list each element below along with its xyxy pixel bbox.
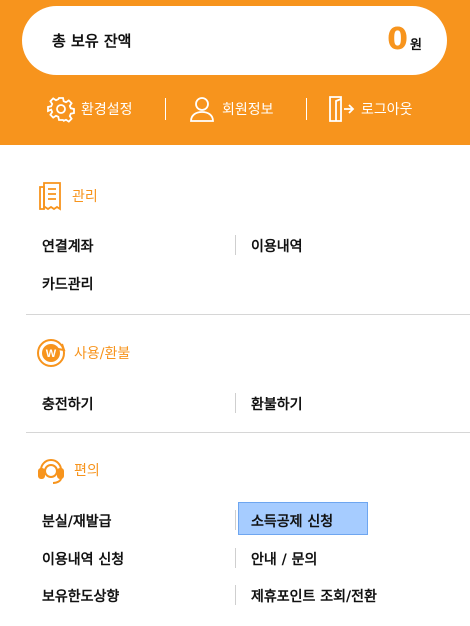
lost-reissue-link[interactable]: 분실/재발급 — [42, 511, 112, 531]
balance-amount: 0 원 — [387, 20, 422, 60]
section-divider — [26, 432, 470, 433]
section-header-convenience: 편의 — [36, 455, 100, 485]
member-info-button[interactable]: 회원정보 — [188, 92, 274, 126]
person-icon — [190, 97, 214, 122]
card-management-link[interactable]: 카드관리 — [42, 274, 94, 294]
gear-icon — [47, 97, 75, 123]
column-divider — [235, 585, 236, 605]
usage-history-link[interactable]: 이용내역 — [251, 236, 303, 256]
section-title: 사용/환불 — [74, 346, 131, 362]
charge-link[interactable]: 충전하기 — [42, 394, 94, 414]
svg-text:W: W — [46, 348, 57, 360]
logout-button[interactable]: 로그아웃 — [327, 92, 413, 126]
partner-points-link[interactable]: 제휴포인트 조회/전환 — [251, 586, 377, 606]
quick-menu-bar: 환경설정 회원정보 로그아웃 — [0, 92, 470, 126]
usage-request-link[interactable]: 이용내역 신청 — [42, 549, 124, 569]
quick-divider — [306, 98, 307, 120]
guide-inquiry-link[interactable]: 안내 / 문의 — [251, 549, 317, 569]
header: 총 보유 잔액 0 원 환경설정 회원정보 로그아웃 — [0, 0, 470, 145]
section-title: 편의 — [74, 463, 100, 479]
won-coin-icon: W — [37, 339, 66, 367]
settings-button[interactable]: 환경설정 — [47, 92, 133, 126]
balance-unit: 원 — [410, 38, 422, 53]
section-header-management: 관리 — [36, 181, 98, 211]
column-divider — [235, 235, 236, 255]
logout-label: 로그아웃 — [361, 102, 413, 118]
member-info-label: 회원정보 — [222, 102, 274, 118]
settings-label: 환경설정 — [81, 102, 133, 118]
section-divider — [26, 314, 470, 315]
balance-label: 총 보유 잔액 — [52, 32, 132, 50]
income-deduction-link[interactable]: 소득공제 신청 — [251, 511, 333, 531]
column-divider — [235, 393, 236, 413]
column-divider — [235, 510, 236, 530]
refund-link[interactable]: 환불하기 — [251, 394, 303, 414]
logout-icon — [329, 96, 355, 122]
receipt-icon — [39, 182, 61, 211]
linked-account-link[interactable]: 연결계좌 — [42, 236, 94, 256]
headset-icon — [38, 459, 64, 484]
quick-divider — [165, 98, 166, 120]
limit-increase-link[interactable]: 보유한도상향 — [42, 586, 119, 606]
balance-value: 0 — [387, 22, 409, 57]
column-divider — [235, 548, 236, 568]
section-title: 관리 — [72, 189, 98, 205]
section-header-use-refund: W 사용/환불 — [36, 338, 130, 368]
balance-card: 총 보유 잔액 0 원 — [22, 6, 447, 75]
